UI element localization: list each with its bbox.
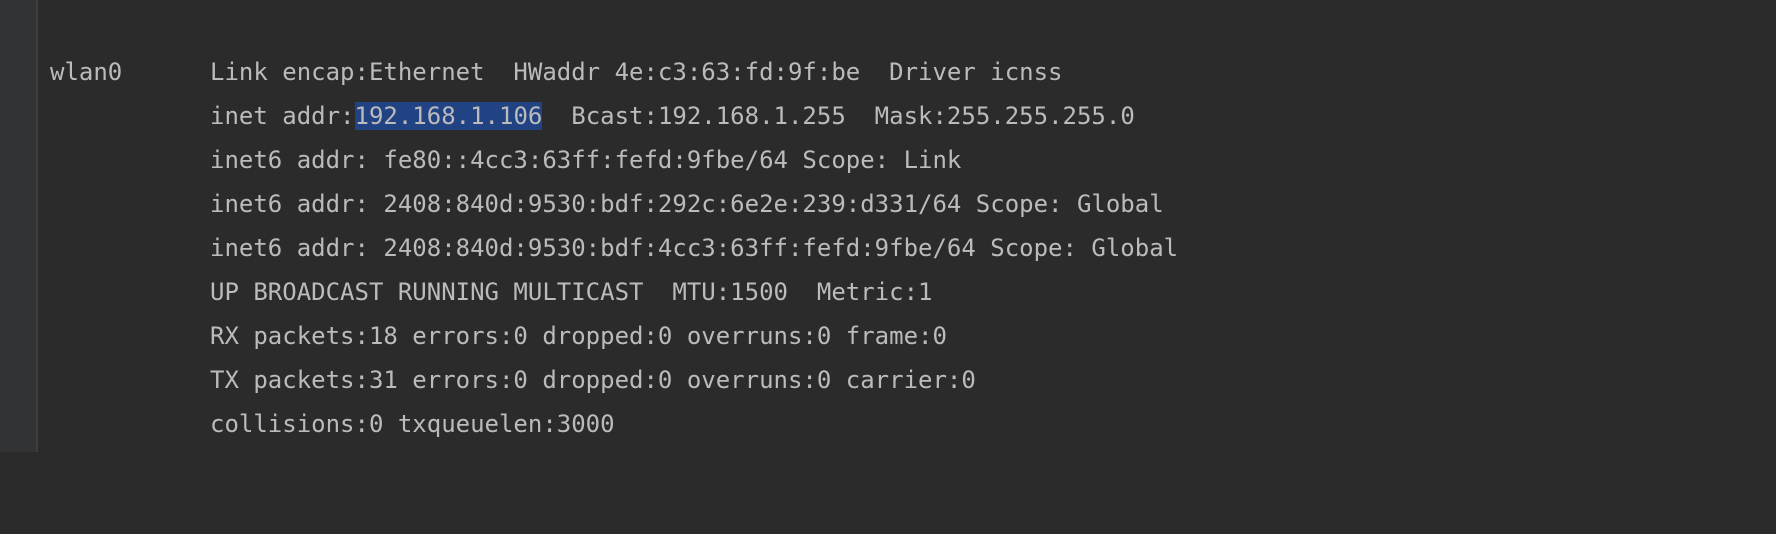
terminal-line: inet addr:192.168.1.106 Bcast:192.168.1.… (50, 94, 1776, 138)
terminal-output[interactable]: wlan0 Link encap:Ethernet HWaddr 4e:c3:6… (50, 50, 1776, 446)
terminal-line: inet6 addr: 2408:840d:9530:bdf:292c:6e2e… (50, 182, 1776, 226)
terminal-line: RX packets:18 errors:0 dropped:0 overrun… (50, 314, 1776, 358)
terminal-line: inet6 addr: 2408:840d:9530:bdf:4cc3:63ff… (50, 226, 1776, 270)
terminal-line: UP BROADCAST RUNNING MULTICAST MTU:1500 … (50, 270, 1776, 314)
link-encap-line: Link encap:Ethernet HWaddr 4e:c3:63:fd:9… (210, 58, 1063, 86)
inet6-global-line-1: inet6 addr: 2408:840d:9530:bdf:292c:6e2e… (210, 190, 1164, 218)
rx-packets-line: RX packets:18 errors:0 dropped:0 overrun… (210, 322, 947, 350)
tx-packets-line: TX packets:31 errors:0 dropped:0 overrun… (210, 366, 976, 394)
terminal-line: collisions:0 txqueuelen:3000 (50, 402, 1776, 446)
editor-gutter (0, 0, 38, 452)
terminal-line: inet6 addr: fe80::4cc3:63ff:fefd:9fbe/64… (50, 138, 1776, 182)
selected-ip-address[interactable]: 192.168.1.106 (354, 102, 543, 130)
inet-addr-line: inet addr:192.168.1.106 Bcast:192.168.1.… (210, 94, 1135, 138)
inet6-link-line: inet6 addr: fe80::4cc3:63ff:fefd:9fbe/64… (210, 146, 962, 174)
flags-mtu-line: UP BROADCAST RUNNING MULTICAST MTU:1500 … (210, 278, 933, 306)
inet6-global-line-2: inet6 addr: 2408:840d:9530:bdf:4cc3:63ff… (210, 234, 1179, 262)
terminal-line: TX packets:31 errors:0 dropped:0 overrun… (50, 358, 1776, 402)
collisions-line: collisions:0 txqueuelen:3000 (210, 410, 615, 438)
terminal-line: wlan0 Link encap:Ethernet HWaddr 4e:c3:6… (50, 50, 1776, 94)
bcast-mask-text: Bcast:192.168.1.255 Mask:255.255.255.0 (542, 102, 1135, 130)
inet-addr-label: inet addr: (210, 102, 355, 130)
interface-name: wlan0 (50, 58, 123, 86)
